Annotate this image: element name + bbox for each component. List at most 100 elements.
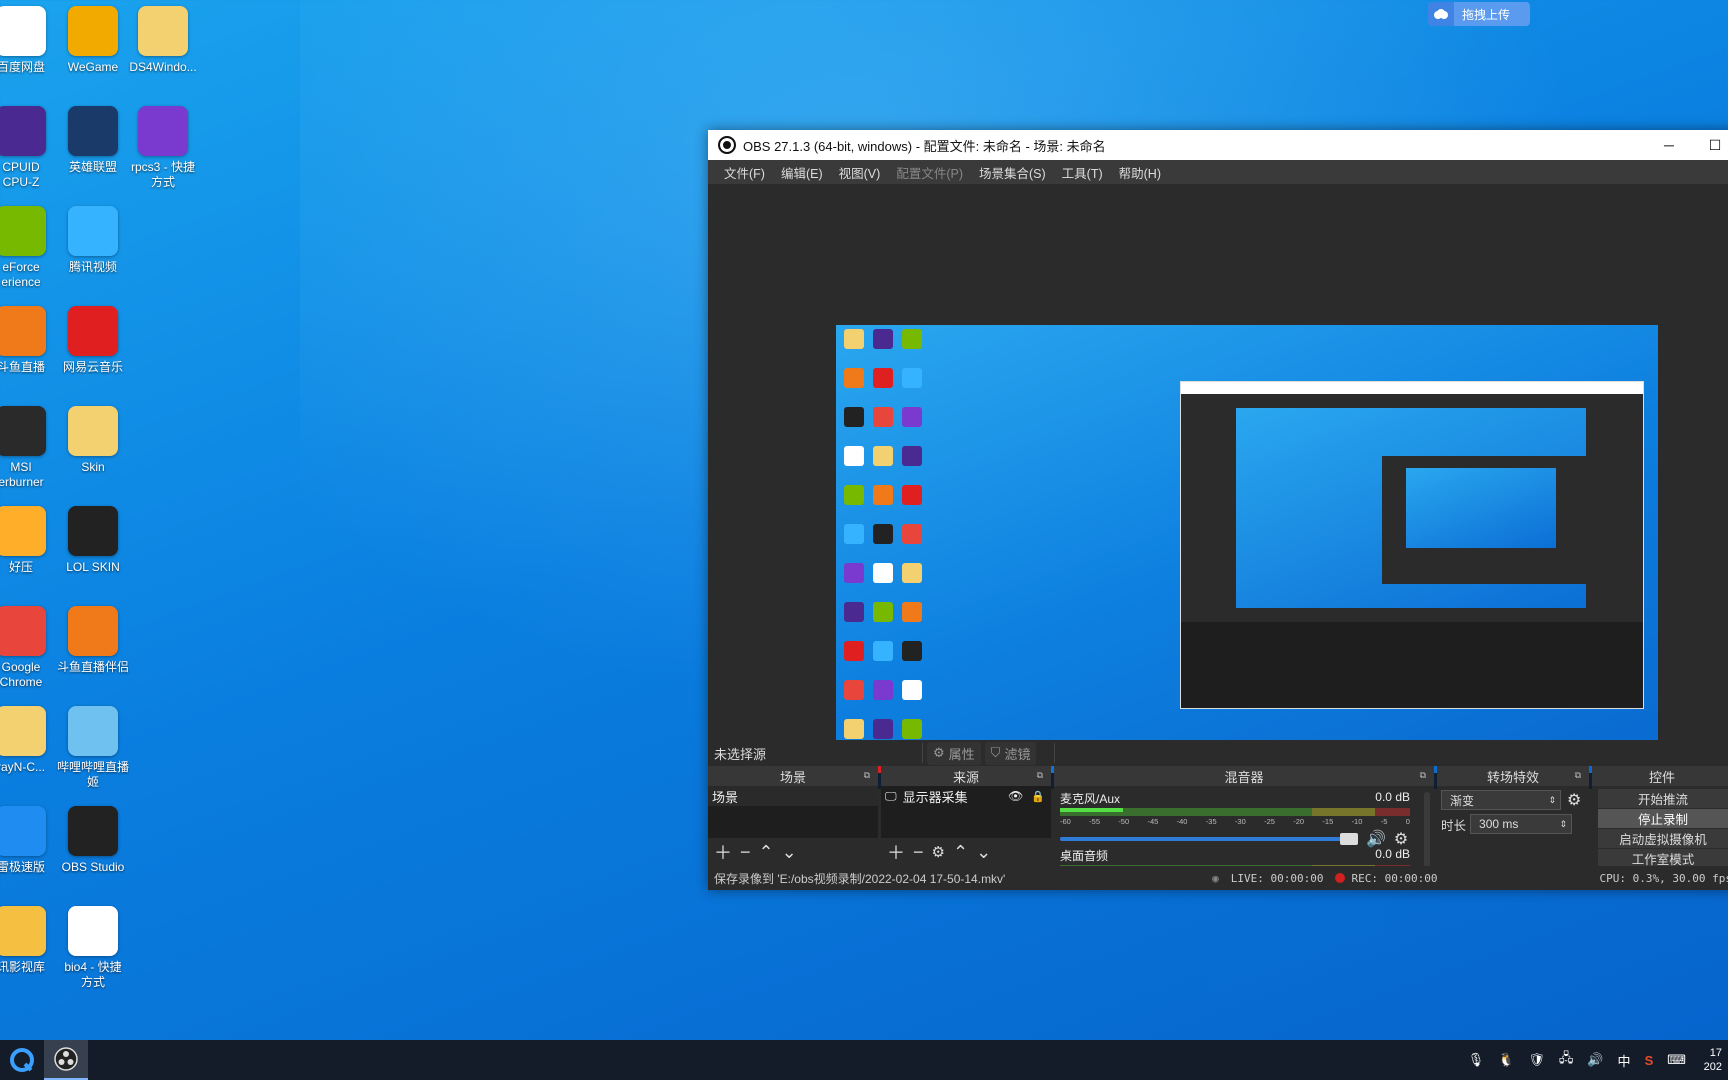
control-button[interactable]: 开始推流: [1598, 789, 1728, 808]
preview-mini-icon: [873, 407, 893, 427]
dock-float-icon[interactable]: ⧉: [864, 770, 870, 781]
cloud-icon: [1428, 2, 1454, 26]
microphone-icon[interactable]: 🎙: [1468, 1052, 1485, 1068]
preview-mini-icon: [873, 329, 893, 349]
dock-float-icon[interactable]: ⧉: [1420, 770, 1426, 781]
volume-icon[interactable]: 🔊: [1587, 1052, 1603, 1068]
preview-canvas[interactable]: [836, 325, 1658, 789]
move-up-icon[interactable]: ⌃: [953, 842, 968, 863]
desktop-icon[interactable]: 哔哩哔哩直播 姬: [50, 706, 136, 790]
sources-dock: 来源 ⧉ 🖵 显示器采集 👁 🔒 ＋ − ⚙ ⌃ ⌄: [881, 766, 1051, 866]
control-button[interactable]: 启动虚拟摄像机: [1598, 829, 1728, 848]
desktop-icon[interactable]: 腾讯视频: [50, 206, 136, 275]
preview-mini-icon: [902, 446, 922, 466]
app-icon: [0, 406, 46, 456]
filters-button[interactable]: ⛉ 滤镜: [984, 741, 1037, 765]
desktop-icon[interactable]: 斗鱼直播伴侣: [50, 606, 136, 675]
app-icon: [0, 6, 46, 56]
desktop-icon[interactable]: OBS Studio: [50, 806, 136, 875]
preview-mini-icon: [873, 641, 893, 661]
desktop-icon[interactable]: DS4Windo...: [120, 6, 206, 75]
remove-source-icon[interactable]: −: [913, 842, 924, 863]
remove-scene-icon[interactable]: −: [740, 842, 751, 863]
keyboard-icon[interactable]: ⌨: [1667, 1052, 1686, 1068]
speaker-icon[interactable]: 🔊: [1366, 829, 1386, 849]
properties-label: 属性: [948, 746, 975, 762]
source-settings-gear-icon[interactable]: ⚙: [932, 843, 945, 861]
scale-tick: -20: [1293, 817, 1305, 826]
preview-mini-icon: [873, 524, 893, 544]
desktop-icon[interactable]: LOL SKIN: [50, 506, 136, 575]
source-item[interactable]: 🖵 显示器采集 👁 🔒: [881, 786, 1051, 806]
menu-item[interactable]: 配置文件(P): [888, 163, 971, 182]
lock-icon[interactable]: 🔒: [1031, 790, 1045, 803]
dock-float-icon[interactable]: ⧉: [1037, 770, 1043, 781]
preview-mini-icon: [844, 719, 864, 739]
preview-mini-icon: [873, 446, 893, 466]
preview-mini-icon: [902, 563, 922, 583]
app-icon: [0, 506, 46, 556]
visibility-eye-icon[interactable]: 👁: [1008, 789, 1023, 803]
menu-item[interactable]: 编辑(E): [773, 163, 831, 182]
desktop-icon[interactable]: 网易云音乐: [50, 306, 136, 375]
app-icon: [0, 706, 46, 756]
taskbar-obs-button[interactable]: [44, 1040, 88, 1080]
transition-select[interactable]: 渐变 ⇕: [1441, 790, 1561, 810]
menu-item[interactable]: 视图(V): [831, 163, 889, 182]
move-up-icon[interactable]: ⌃: [759, 842, 774, 863]
duration-label: 时长: [1441, 818, 1467, 833]
slider-knob[interactable]: [1340, 833, 1358, 845]
transition-settings-gear-icon[interactable]: ⚙: [1567, 790, 1581, 810]
move-down-icon[interactable]: ⌄: [782, 842, 797, 863]
maximize-button[interactable]: ☐: [1692, 137, 1728, 154]
cpu-fps: CPU: 0.3%, 30.00 fps: [1599, 871, 1728, 885]
menu-item[interactable]: 文件(F): [716, 163, 773, 182]
source-toolbar: 未选择源 ⚙ 属性 ⛉ 滤镜: [708, 740, 1728, 766]
filter-icon: ⛉: [990, 745, 1001, 760]
scene-item[interactable]: 场景: [708, 786, 878, 806]
sources-title: 来源: [952, 769, 979, 785]
app-icon: [0, 106, 46, 156]
channel-gear-icon[interactable]: ⚙: [1392, 829, 1410, 849]
clock[interactable]: 17 202: [1700, 1046, 1722, 1074]
preview-mini-icon: [844, 563, 864, 583]
add-scene-icon[interactable]: ＋: [714, 839, 732, 865]
start-button[interactable]: [0, 1040, 44, 1080]
dock-float-icon[interactable]: ⧉: [1575, 770, 1581, 781]
desktop-icon[interactable]: Skin: [50, 406, 136, 475]
app-icon: [0, 806, 46, 856]
minimize-button[interactable]: ─: [1646, 137, 1692, 154]
input-language[interactable]: 中: [1618, 1051, 1631, 1070]
menu-item[interactable]: 工具(T): [1054, 163, 1111, 182]
properties-button[interactable]: ⚙ 属性: [927, 741, 981, 765]
scale-tick: -30: [1234, 817, 1246, 826]
obs-titlebar[interactable]: OBS 27.1.3 (64-bit, windows) - 配置文件: 未命名…: [708, 130, 1728, 160]
spinner-icon[interactable]: ⇕: [1559, 819, 1567, 830]
control-button[interactable]: 停止录制: [1598, 809, 1728, 828]
app-icon: [0, 206, 46, 256]
clock-date: 202: [1703, 1061, 1722, 1073]
desktop-icon[interactable]: bio4 - 快捷 方式: [50, 906, 136, 990]
app-icon: [138, 106, 188, 156]
scale-tick: -15: [1322, 817, 1334, 826]
network-icon[interactable]: 🖧: [1559, 1049, 1574, 1071]
preview-mini-icon: [844, 485, 864, 505]
menu-item[interactable]: 场景集合(S): [971, 163, 1054, 182]
move-down-icon[interactable]: ⌄: [976, 842, 991, 863]
status-bar: 保存录像到 'E:/obs视频录制/2022-02-04 17-50-14.mk…: [708, 866, 1728, 890]
app-icon: [0, 306, 46, 356]
obs-logo-icon: [718, 136, 736, 154]
preview-mini-icon: [873, 368, 893, 388]
volume-slider[interactable]: [1060, 833, 1358, 845]
add-source-icon[interactable]: ＋: [887, 839, 905, 865]
obs-icon: [54, 1047, 78, 1071]
app-icon: [68, 306, 118, 356]
desktop-icon[interactable]: rpcs3 - 快捷 方式: [120, 106, 206, 190]
baidu-upload-pill[interactable]: 拖拽上传: [1428, 2, 1530, 26]
desktop-icon-label: 腾讯视频: [68, 260, 117, 274]
defender-shield-icon[interactable]: 🛡: [1528, 1052, 1545, 1068]
sogou-ime-icon[interactable]: S: [1645, 1053, 1654, 1068]
qq-penguin-icon[interactable]: 🐧: [1498, 1052, 1514, 1068]
menu-item[interactable]: 帮助(H): [1111, 163, 1169, 182]
duration-input[interactable]: 300 ms ⇕: [1470, 814, 1573, 834]
